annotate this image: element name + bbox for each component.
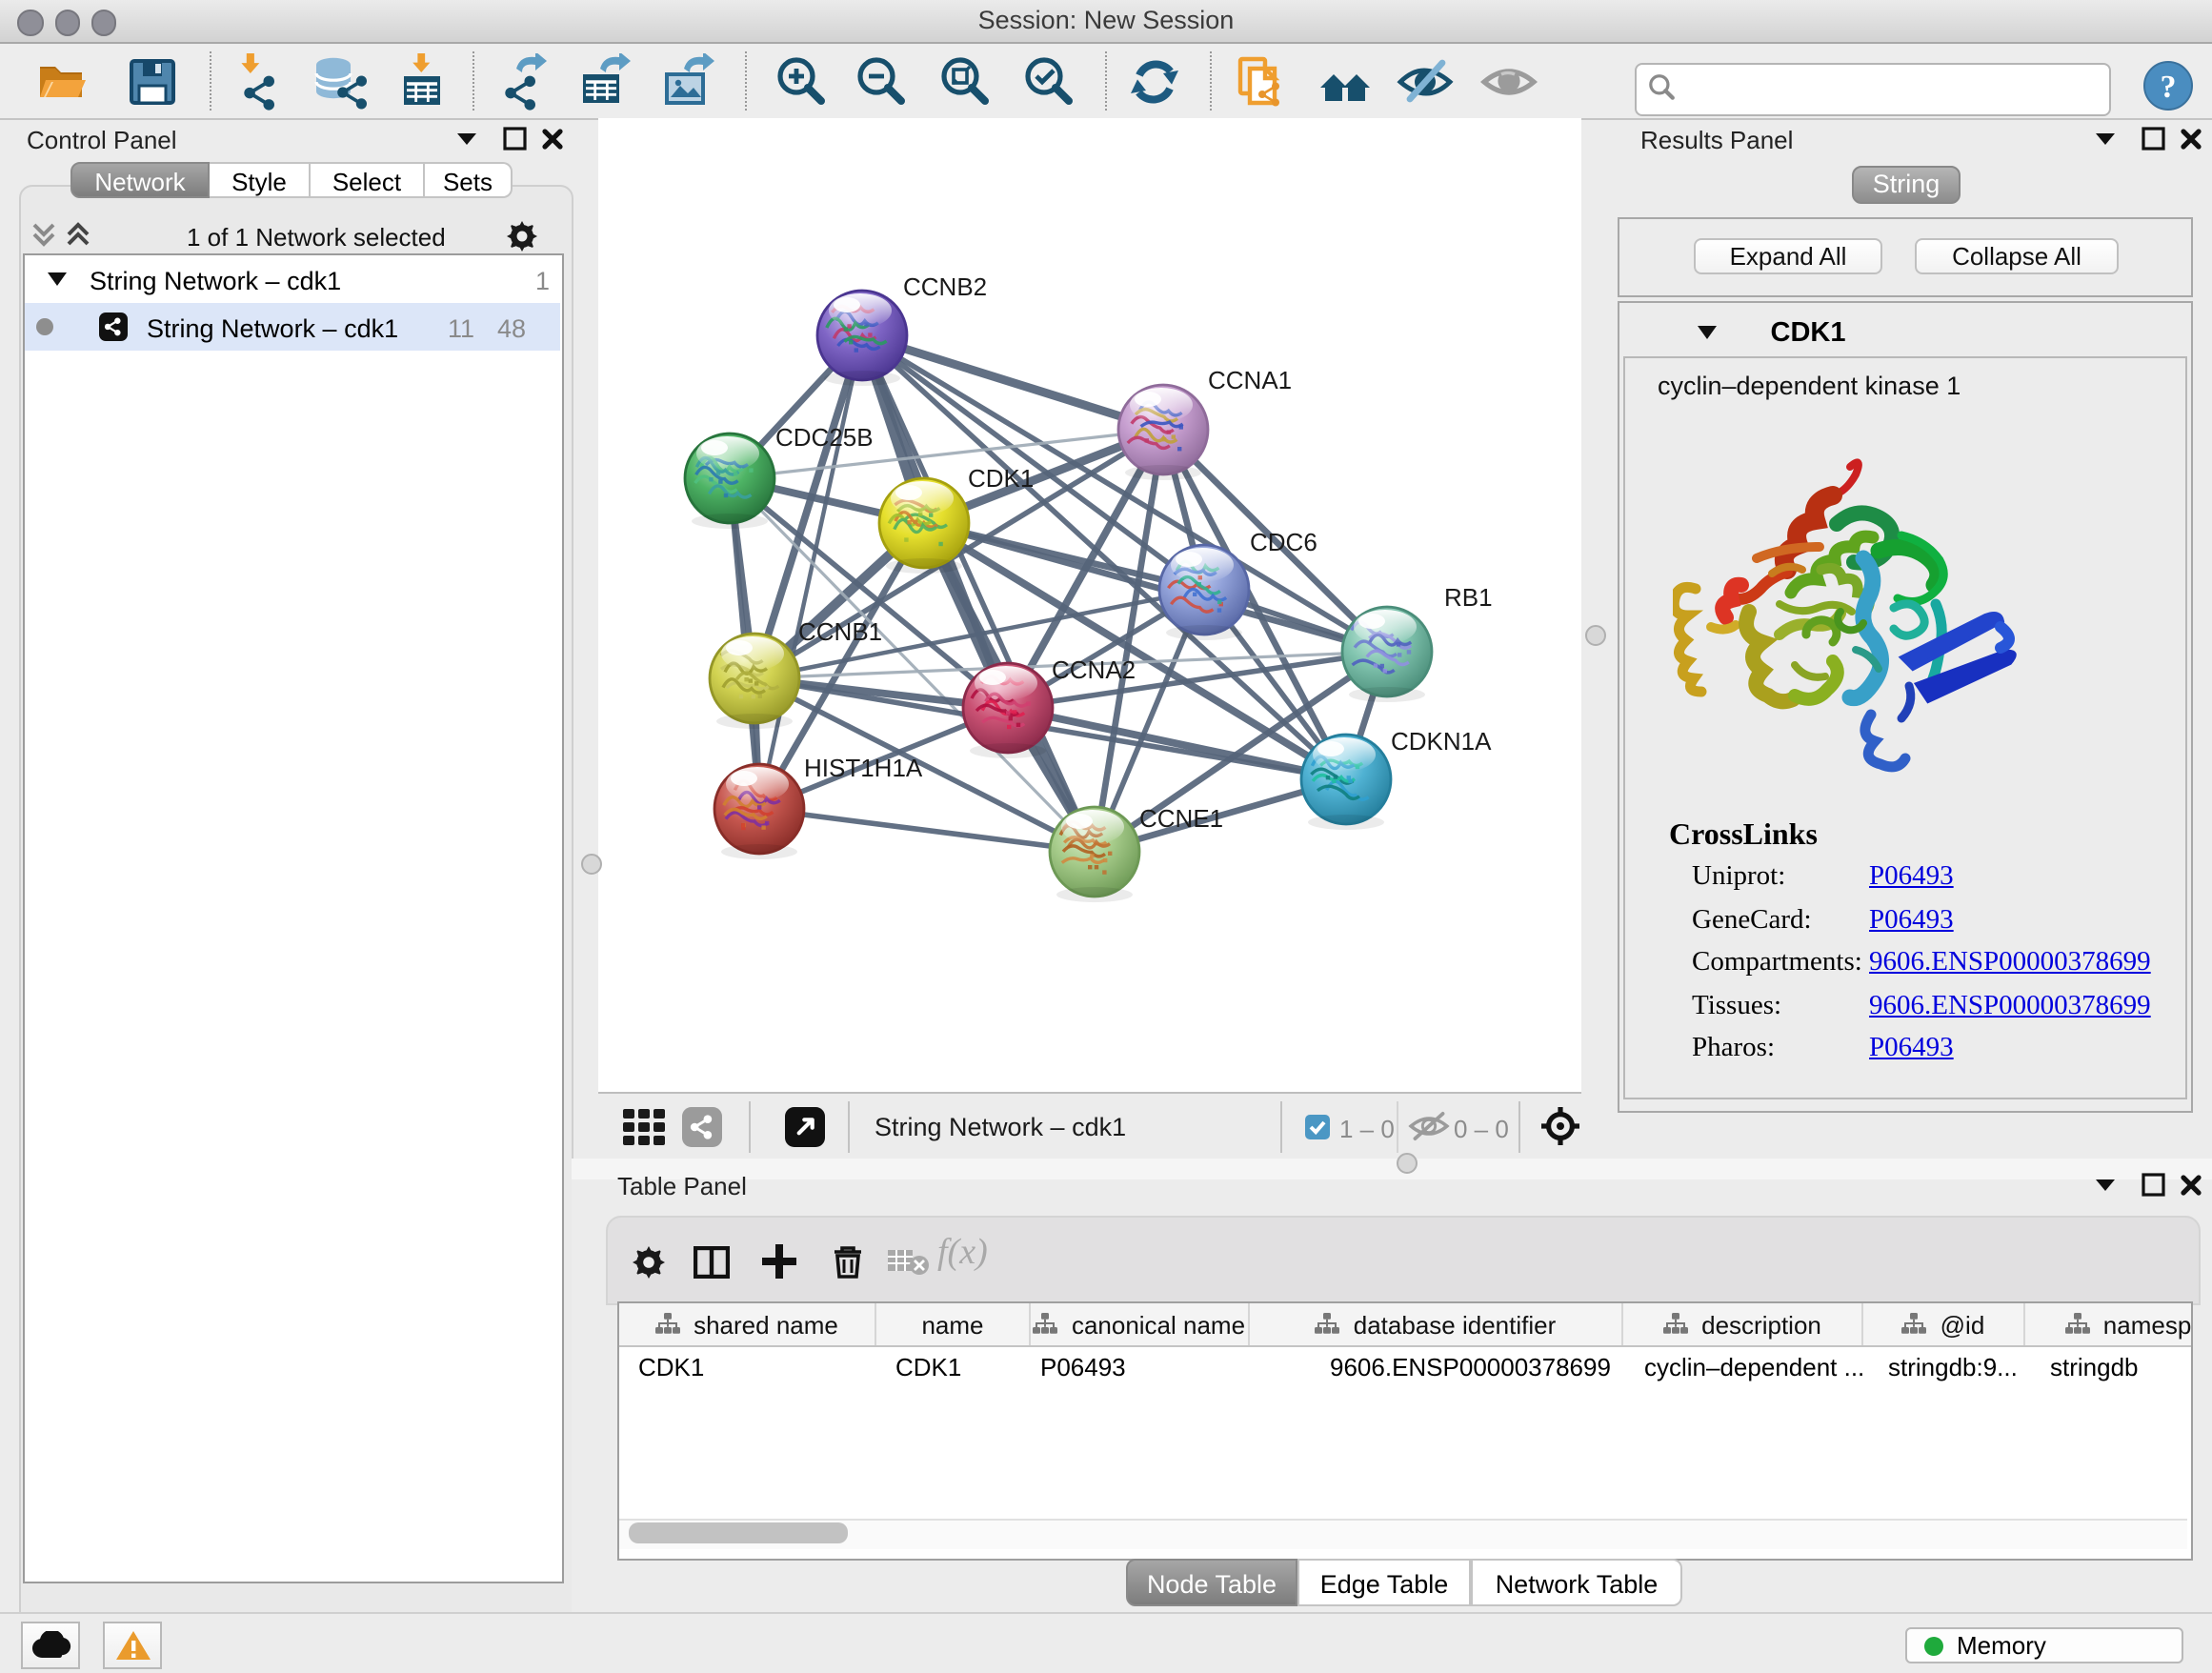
svg-text:CCNA2: CCNA2: [1052, 655, 1136, 684]
svg-text:RB1: RB1: [1444, 583, 1493, 612]
svg-text:CDKN1A: CDKN1A: [1391, 727, 1492, 756]
svg-text:CDC25B: CDC25B: [775, 423, 874, 452]
svg-text:?: ?: [2161, 70, 2177, 105]
svg-text:CDC6: CDC6: [1250, 528, 1317, 556]
svg-text:CCNA1: CCNA1: [1208, 366, 1292, 394]
svg-text:CCNB1: CCNB1: [798, 617, 882, 646]
svg-text:CDK1: CDK1: [968, 464, 1034, 493]
svg-text:HIST1H1A: HIST1H1A: [804, 754, 923, 782]
svg-text:CCNE1: CCNE1: [1139, 804, 1223, 833]
svg-text:CCNB2: CCNB2: [903, 272, 987, 301]
